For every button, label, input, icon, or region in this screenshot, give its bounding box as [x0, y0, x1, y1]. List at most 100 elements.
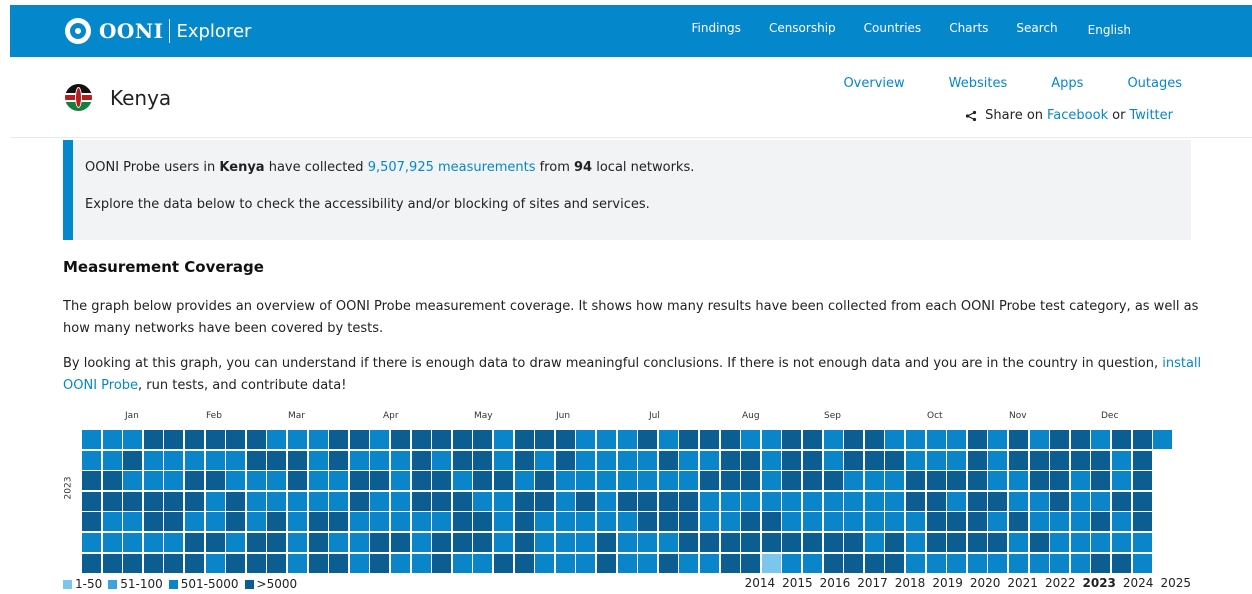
calendar-day-cell[interactable] [864, 450, 884, 470]
calendar-day-cell[interactable] [205, 512, 225, 532]
calendar-day-cell[interactable] [720, 553, 740, 573]
calendar-day-cell[interactable] [597, 512, 616, 532]
calendar-day-cell[interactable] [720, 491, 740, 511]
calendar-day-cell[interactable] [1050, 491, 1070, 511]
calendar-day-cell[interactable] [185, 553, 204, 573]
calendar-day-cell[interactable] [1112, 450, 1131, 470]
calendar-day-cell[interactable] [906, 430, 925, 449]
calendar-day-cell[interactable] [1091, 450, 1111, 470]
calendar-day-cell[interactable] [102, 471, 122, 491]
calendar-day-cell[interactable] [432, 450, 452, 470]
measurements-link[interactable]: 9,507,925 measurements [368, 160, 536, 175]
calendar-day-cell[interactable] [1009, 430, 1028, 449]
calendar-day-cell[interactable] [164, 553, 184, 573]
calendar-day-cell[interactable] [885, 533, 905, 552]
calendar-day-cell[interactable] [1070, 430, 1090, 449]
calendar-day-cell[interactable] [823, 471, 843, 491]
calendar-day-cell[interactable] [82, 491, 101, 511]
calendar-day-cell[interactable] [123, 450, 143, 470]
calendar-day-cell[interactable] [617, 430, 637, 449]
calendar-day-cell[interactable] [782, 553, 802, 573]
calendar-day-cell[interactable] [143, 491, 163, 511]
calendar-day-cell[interactable] [349, 450, 369, 470]
calendar-day-cell[interactable] [1050, 450, 1070, 470]
calendar-day-cell[interactable] [844, 430, 864, 449]
calendar-day-cell[interactable] [226, 430, 246, 449]
calendar-day-cell[interactable] [514, 553, 534, 573]
nav-charts[interactable]: Charts [949, 21, 988, 37]
calendar-day-cell[interactable] [741, 471, 761, 491]
calendar-day-cell[interactable] [185, 450, 204, 470]
calendar-day-cell[interactable] [885, 491, 905, 511]
calendar-day-cell[interactable] [535, 512, 555, 532]
calendar-day-cell[interactable] [988, 491, 1008, 511]
calendar-day-cell[interactable] [1050, 533, 1070, 552]
calendar-day-cell[interactable] [308, 533, 328, 552]
calendar-day-cell[interactable] [864, 430, 884, 449]
calendar-day-cell[interactable] [803, 512, 822, 532]
calendar-day-cell[interactable] [473, 430, 493, 449]
calendar-day-cell[interactable] [761, 471, 781, 491]
calendar-day-cell[interactable] [226, 491, 246, 511]
calendar-day-cell[interactable] [947, 553, 967, 573]
calendar-day-cell[interactable] [370, 512, 390, 532]
calendar-day-cell[interactable] [1050, 430, 1070, 449]
calendar-day-cell[interactable] [576, 430, 596, 449]
calendar-day-cell[interactable] [597, 450, 616, 470]
calendar-day-cell[interactable] [617, 512, 637, 532]
calendar-day-cell[interactable] [1009, 533, 1028, 552]
calendar-day-cell[interactable] [411, 471, 431, 491]
calendar-day-cell[interactable] [967, 491, 987, 511]
calendar-day-cell[interactable] [864, 471, 884, 491]
calendar-day-cell[interactable] [700, 512, 719, 532]
calendar-day-cell[interactable] [370, 533, 390, 552]
calendar-day-cell[interactable] [246, 553, 266, 573]
calendar-day-cell[interactable] [803, 430, 822, 449]
calendar-day-cell[interactable] [823, 450, 843, 470]
calendar-day-cell[interactable] [1112, 430, 1131, 449]
calendar-day-cell[interactable] [391, 430, 410, 449]
calendar-day-cell[interactable] [514, 512, 534, 532]
calendar-day-cell[interactable] [658, 553, 678, 573]
calendar-day-cell[interactable] [432, 491, 452, 511]
calendar-day-cell[interactable] [349, 553, 369, 573]
calendar-day-cell[interactable] [679, 491, 699, 511]
year-option-2025[interactable]: 2025 [1160, 576, 1191, 590]
calendar-day-cell[interactable] [700, 450, 719, 470]
calendar-day-cell[interactable] [185, 533, 204, 552]
calendar-day-cell[interactable] [349, 533, 369, 552]
calendar-day-cell[interactable] [1070, 491, 1090, 511]
calendar-day-cell[interactable] [576, 553, 596, 573]
calendar-day-cell[interactable] [1112, 512, 1131, 532]
year-option-2023[interactable]: 2023 [1083, 576, 1116, 590]
calendar-day-cell[interactable] [761, 491, 781, 511]
calendar-day-cell[interactable] [102, 553, 122, 573]
calendar-day-cell[interactable] [782, 471, 802, 491]
calendar-day-cell[interactable] [1132, 430, 1152, 449]
calendar-day-cell[interactable] [885, 430, 905, 449]
calendar-day-cell[interactable] [597, 491, 616, 511]
calendar-day-cell[interactable] [803, 450, 822, 470]
calendar-day-cell[interactable] [164, 491, 184, 511]
language-selector[interactable]: English [1088, 23, 1131, 37]
calendar-day-cell[interactable] [143, 512, 163, 532]
calendar-day-cell[interactable] [926, 533, 946, 552]
calendar-day-cell[interactable] [123, 430, 143, 449]
year-option-2017[interactable]: 2017 [857, 576, 888, 590]
calendar-day-cell[interactable] [679, 512, 699, 532]
calendar-day-cell[interactable] [494, 430, 513, 449]
calendar-day-cell[interactable] [617, 553, 637, 573]
calendar-day-cell[interactable] [452, 450, 472, 470]
calendar-day-cell[interactable] [494, 491, 513, 511]
calendar-day-cell[interactable] [267, 533, 287, 552]
calendar-day-cell[interactable] [1132, 533, 1152, 552]
calendar-day-cell[interactable] [700, 430, 719, 449]
calendar-day-cell[interactable] [102, 533, 122, 552]
calendar-day-cell[interactable] [906, 512, 925, 532]
calendar-day-cell[interactable] [514, 450, 534, 470]
calendar-day-cell[interactable] [741, 430, 761, 449]
calendar-day-cell[interactable] [864, 533, 884, 552]
calendar-day-cell[interactable] [123, 533, 143, 552]
calendar-day-cell[interactable] [803, 533, 822, 552]
calendar-day-cell[interactable] [761, 450, 781, 470]
